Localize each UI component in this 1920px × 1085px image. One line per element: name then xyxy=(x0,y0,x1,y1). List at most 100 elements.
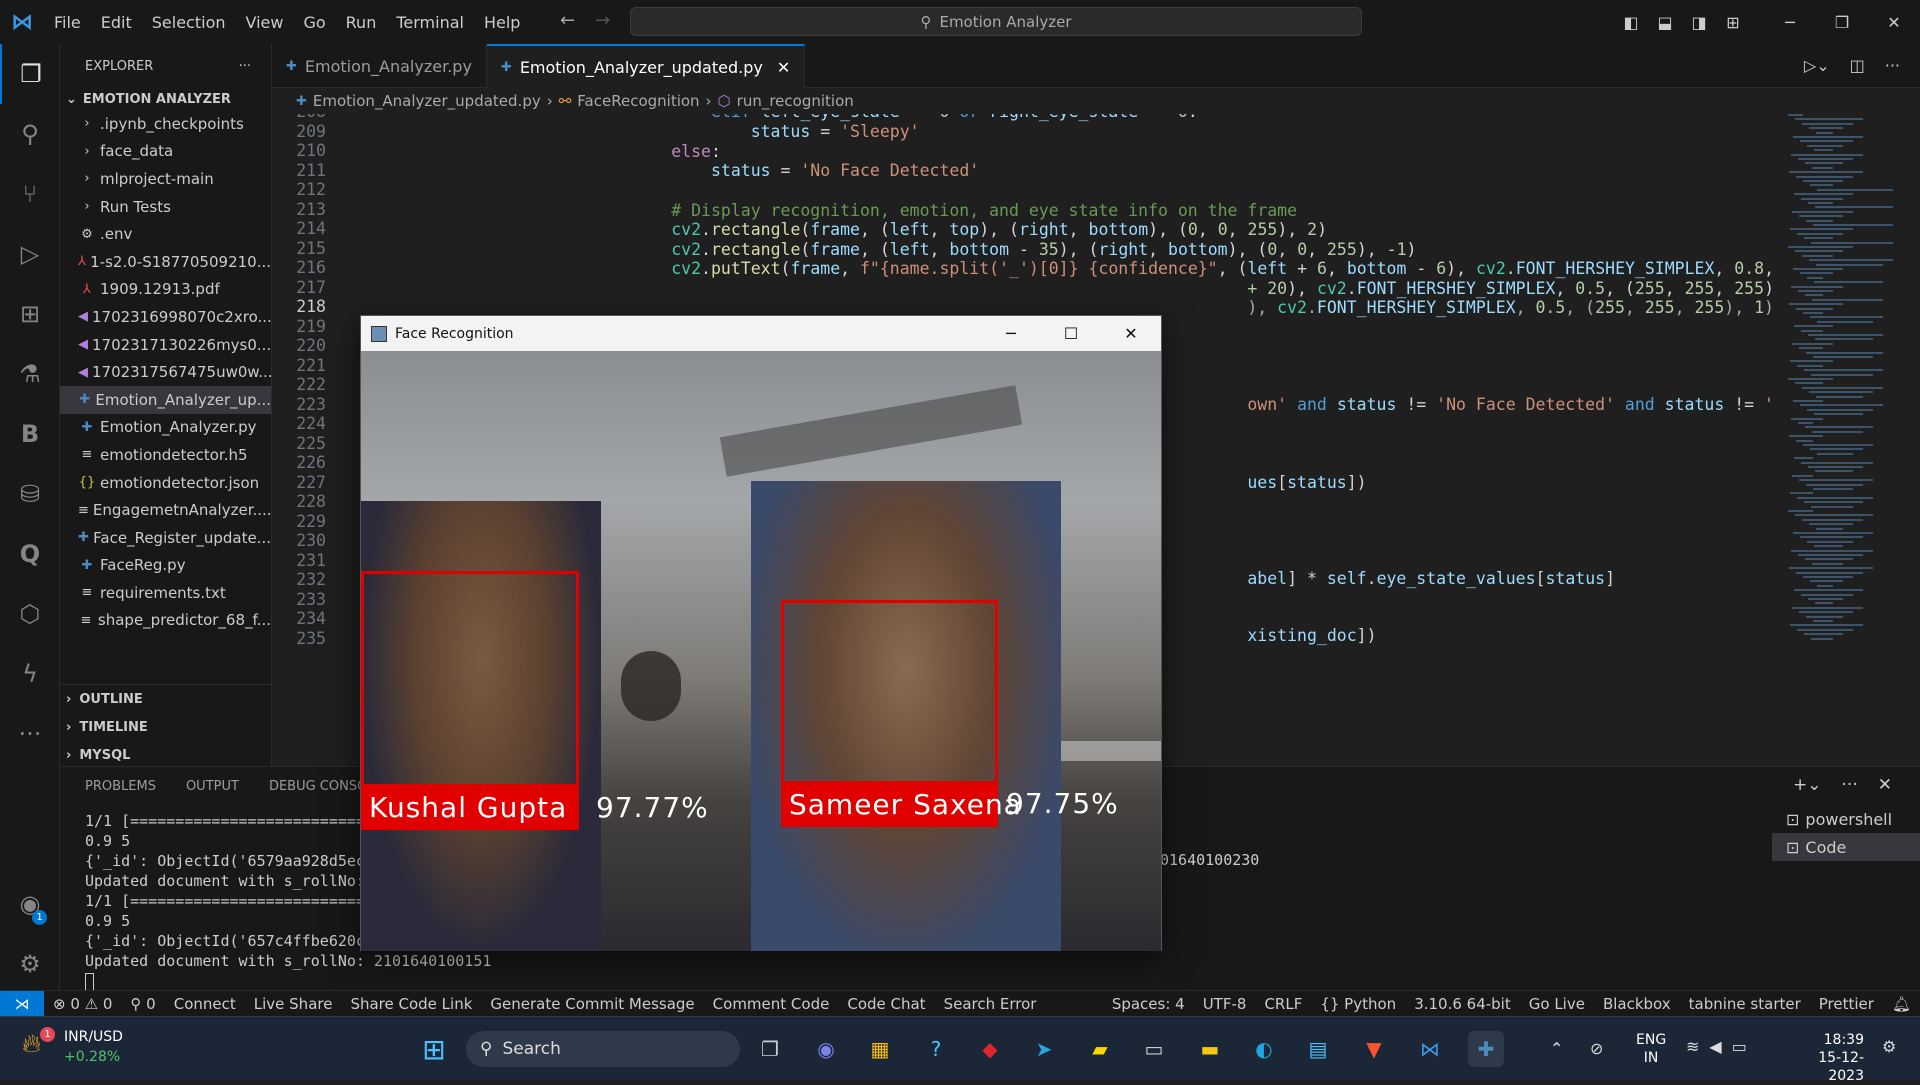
more-actions-icon[interactable]: ··· xyxy=(1842,775,1858,795)
minimap[interactable] xyxy=(1780,114,1900,654)
status-item[interactable]: Code Chat xyxy=(838,995,934,1013)
more-actions-icon[interactable]: ··· xyxy=(239,59,251,74)
run-file-icon[interactable]: ▷⌄ xyxy=(1804,56,1830,75)
file-tree-item[interactable]: ≡ shape_predictor_68_f... xyxy=(60,607,272,635)
outline-section[interactable]: › OUTLINE xyxy=(60,685,271,713)
status-item[interactable]: {} Python xyxy=(1311,995,1405,1013)
menu-view[interactable]: View xyxy=(236,13,294,32)
teams-icon[interactable]: ◉ xyxy=(808,1031,844,1067)
file-tree-item[interactable]: ≡ requirements.txt xyxy=(60,579,271,607)
run-debug-icon[interactable]: ▷ xyxy=(0,224,60,284)
back-arrow-icon[interactable]: ← xyxy=(560,10,595,31)
status-item[interactable]: UTF-8 xyxy=(1194,995,1256,1013)
tab-emotion-analyzer[interactable]: ✚ Emotion_Analyzer.py xyxy=(272,44,487,88)
command-center[interactable]: ⚲ Emotion Analyzer xyxy=(630,7,1362,36)
close-tab-icon[interactable]: ✕ xyxy=(777,58,790,77)
python-taskbar-icon[interactable]: ✚ xyxy=(1468,1031,1504,1067)
edge-icon[interactable]: ◐ xyxy=(1246,1031,1282,1067)
workspace-folder[interactable]: ⌄ EMOTION ANALYZER xyxy=(60,88,271,110)
status-item[interactable]: Comment Code xyxy=(704,995,839,1013)
minimize-icon[interactable]: ─ xyxy=(981,316,1041,351)
status-item[interactable]: Generate Commit Message xyxy=(481,995,703,1013)
close-icon[interactable]: ✕ xyxy=(1868,13,1920,32)
status-item[interactable]: 3.10.6 64-bit xyxy=(1405,995,1520,1013)
status-item[interactable]: Search Error xyxy=(935,995,1046,1013)
terminal-powershell[interactable]: ⊡ powershell xyxy=(1772,805,1920,833)
explorer-icon[interactable]: ❐ xyxy=(0,44,60,104)
database-icon[interactable]: ⛁ xyxy=(0,464,60,524)
show-hidden-icons[interactable]: ⌃ xyxy=(1550,1039,1563,1058)
file-tree-item[interactable]: › face_data xyxy=(60,138,271,166)
cube-icon[interactable]: ⬡ xyxy=(0,584,60,644)
breadcrumb-file[interactable]: Emotion_Analyzer_updated.py xyxy=(313,92,541,110)
status-item[interactable]: Connect xyxy=(165,995,245,1013)
mcafee-icon[interactable]: ◆ xyxy=(972,1031,1008,1067)
language-indicator[interactable]: ENG IN xyxy=(1636,1031,1666,1067)
minimize-icon[interactable]: ─ xyxy=(1764,13,1816,32)
file-tree-item[interactable]: ⅄ 1-s2.0-S18770509210... xyxy=(60,248,271,276)
split-editor-icon[interactable]: ◫ xyxy=(1850,56,1865,75)
file-tree-item[interactable]: ✚ Face_Register_update... xyxy=(60,524,271,552)
file-tree-item[interactable]: ⅄ 1909.12913.pdf xyxy=(60,276,271,304)
file-tree-item[interactable]: ✚ Emotion_Analyzer_up... xyxy=(60,385,271,414)
store-icon[interactable]: ▦ xyxy=(862,1031,898,1067)
terminal-app-icon[interactable]: ▭ xyxy=(1136,1031,1172,1067)
menu-file[interactable]: File xyxy=(44,13,91,32)
tab-emotion-analyzer-updated[interactable]: ✚ Emotion_Analyzer_updated.py ✕ xyxy=(486,44,806,88)
status-item[interactable]: ⊗ 0 ⚠ 0 xyxy=(44,995,121,1013)
notification-icon[interactable]: ⚙ xyxy=(1882,1037,1896,1056)
menu-help[interactable]: Help xyxy=(474,13,530,32)
status-item[interactable]: Spaces: 4 xyxy=(1103,995,1194,1013)
toggle-sidebar-icon[interactable]: ◧ xyxy=(1614,13,1648,32)
more-icon[interactable]: ··· xyxy=(0,704,60,764)
maximize-icon[interactable]: ☐ xyxy=(1041,316,1101,351)
start-icon[interactable]: ⊞ xyxy=(416,1031,452,1067)
status-item[interactable]: ⚲ 0 xyxy=(121,995,164,1013)
menu-go[interactable]: Go xyxy=(293,13,335,32)
more-actions-icon[interactable]: ··· xyxy=(1885,56,1900,75)
extensions-icon[interactable]: ⊞ xyxy=(0,284,60,344)
file-tree-item[interactable]: ✚ FaceReg.py xyxy=(60,552,271,580)
weather-widget[interactable]: 🔥︎ 1 xyxy=(22,1027,62,1069)
close-panel-icon[interactable]: ✕ xyxy=(1878,775,1892,795)
file-tree-item[interactable]: ◀ 1702317130226mys0... xyxy=(60,331,271,359)
status-item[interactable]: Blackbox xyxy=(1594,995,1680,1013)
lightning-icon[interactable]: ϟ xyxy=(0,644,60,704)
notepad-icon[interactable]: ▤ xyxy=(1300,1031,1336,1067)
file-tree-item[interactable]: ✚ Emotion_Analyzer.py xyxy=(60,414,271,442)
status-item[interactable]: Prettier xyxy=(1810,995,1883,1013)
brave-icon[interactable]: ▼ xyxy=(1356,1031,1392,1067)
tab-problems[interactable]: PROBLEMS xyxy=(85,779,156,794)
file-tree-item[interactable]: › .ipynb_checkpoints xyxy=(60,110,271,138)
restore-icon[interactable]: ❐ xyxy=(1816,13,1868,32)
search-icon[interactable]: ⚲ xyxy=(0,104,60,164)
menu-terminal[interactable]: Terminal xyxy=(386,13,474,32)
forward-arrow-icon[interactable]: → xyxy=(595,10,630,31)
telegram-icon[interactable]: ➤ xyxy=(1026,1031,1062,1067)
settings-icon[interactable]: ⚙ xyxy=(0,934,60,994)
toggle-panel-icon[interactable]: ⬓ xyxy=(1648,13,1682,32)
task-view-icon[interactable]: ❐ xyxy=(752,1031,788,1067)
source-control-icon[interactable]: ⑂ xyxy=(0,164,60,224)
status-item[interactable]: Go Live xyxy=(1520,995,1594,1013)
testing-icon[interactable]: ⚗ xyxy=(0,344,60,404)
mysql-section[interactable]: › MYSQL xyxy=(60,741,271,769)
file-tree-item[interactable]: ⚙ .env xyxy=(60,220,271,248)
help-icon[interactable]: ? xyxy=(918,1031,954,1067)
file-tree-item[interactable]: ◀ 1702317567475uw0w... xyxy=(60,358,271,386)
system-tray[interactable]: ≋◀▭ xyxy=(1686,1037,1757,1056)
new-terminal-icon[interactable]: +⌄ xyxy=(1793,775,1822,795)
status-item[interactable]: CRLF xyxy=(1255,995,1311,1013)
sticky-notes-icon[interactable]: ▰ xyxy=(1082,1031,1118,1067)
file-tree-item[interactable]: ≡ emotiondetector.h5 xyxy=(60,441,271,469)
remote-icon[interactable]: ⋊ xyxy=(0,990,44,1017)
file-explorer-icon[interactable]: ▬ xyxy=(1192,1031,1228,1067)
menu-run[interactable]: Run xyxy=(336,13,387,32)
network-off-icon[interactable]: ⊘ xyxy=(1590,1039,1603,1058)
file-tree-item[interactable]: › mlproject-main xyxy=(60,165,271,193)
close-icon[interactable]: ✕ xyxy=(1101,316,1161,351)
tab-output[interactable]: OUTPUT xyxy=(186,779,239,794)
customize-layout-icon[interactable]: ⊞ xyxy=(1716,13,1750,32)
clock[interactable]: 18:39 15-12-2023 xyxy=(1792,1031,1864,1085)
status-item[interactable]: tabnine starter xyxy=(1680,995,1810,1013)
